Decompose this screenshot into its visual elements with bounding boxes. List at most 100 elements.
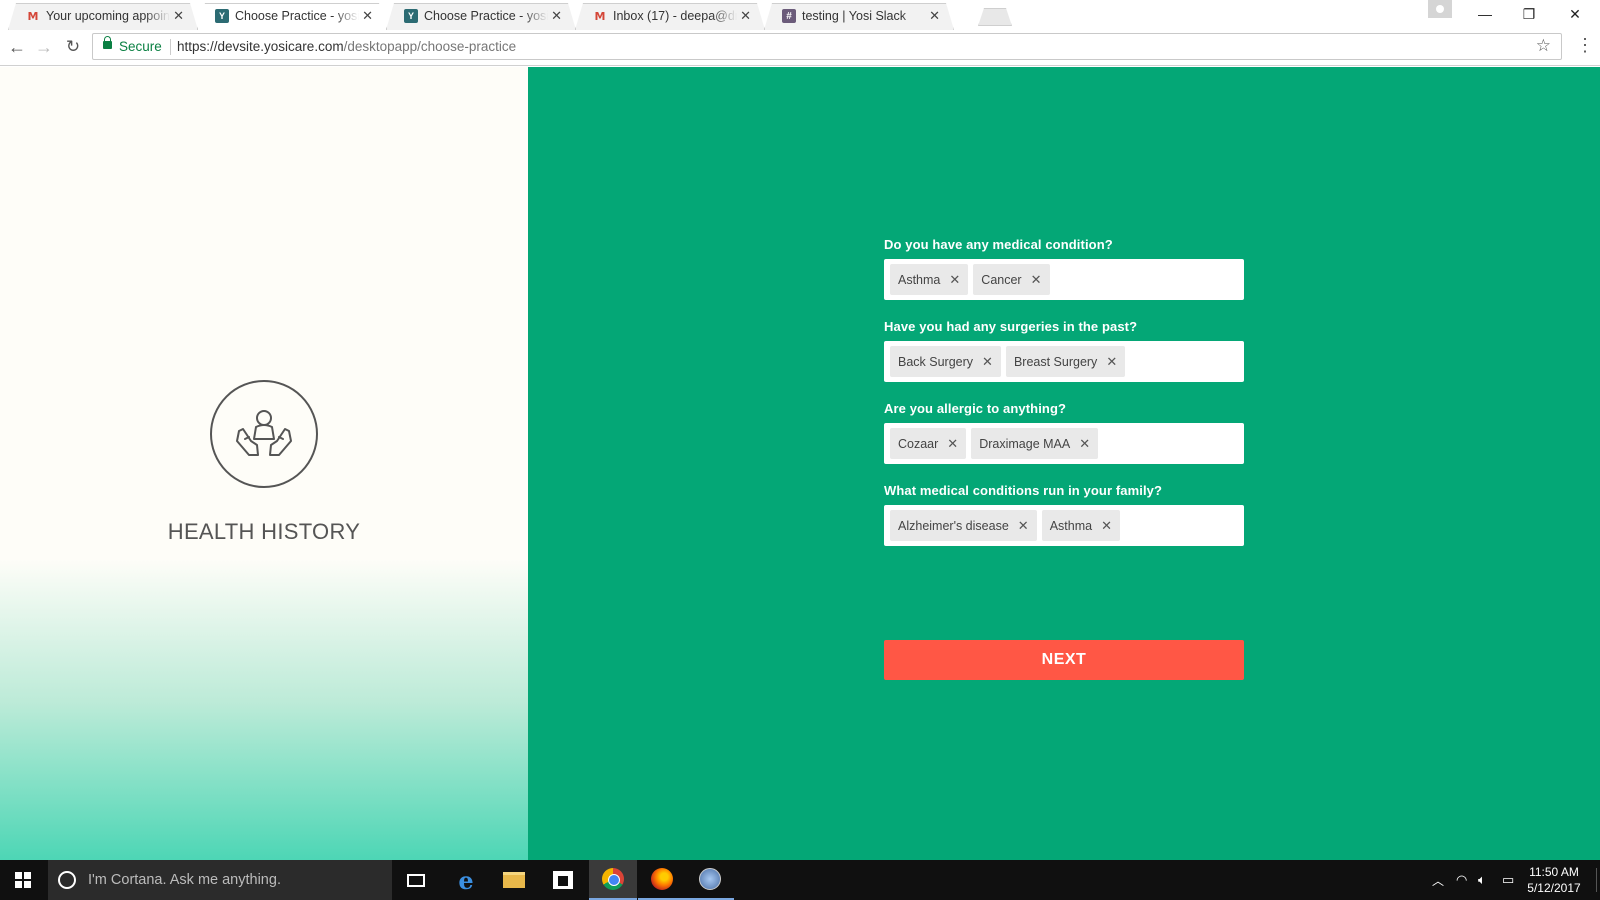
question-allergies: Are you allergic to anything? Cozaar ✕ Dr…	[884, 401, 1244, 464]
browser-tab[interactable]: M Inbox (17) - deepa@dream ✕	[575, 3, 765, 30]
question-label: Are you allergic to anything?	[884, 401, 1067, 416]
firefox-taskbar-icon[interactable]	[638, 860, 686, 900]
tag-label: Asthma	[898, 272, 941, 287]
back-arrow-icon[interactable]: ←	[6, 36, 28, 58]
remove-tag-icon[interactable]: ✕	[1018, 518, 1029, 534]
tag-label: Alzheimer's disease	[898, 518, 1009, 533]
tag-label: Back Surgery	[898, 354, 974, 369]
browser-tab[interactable]: # testing | Yosi Slack ✕	[764, 3, 954, 30]
tab-title: Your upcoming appointment	[46, 9, 170, 23]
question-label: What medical conditions run in your fami…	[884, 483, 1163, 498]
chrome-taskbar-icon[interactable]	[589, 860, 637, 900]
tag-label: Draximage MAA	[979, 436, 1071, 451]
left-panel: HEALTH HISTORY	[0, 67, 528, 860]
lock-icon	[103, 36, 112, 49]
tag: Draximage MAA ✕	[971, 428, 1099, 459]
page-content: HEALTH HISTORY Do you have any medical c…	[0, 67, 1600, 860]
person-in-hands-icon	[210, 380, 318, 488]
question-label: Do you have any medical condition?	[884, 237, 1113, 252]
address-bar[interactable]: Secure https://devsite.yosicare.com/desk…	[92, 33, 1562, 60]
omnibox-divider	[170, 39, 171, 55]
show-desktop-button[interactable]	[1596, 868, 1597, 892]
cortana-icon	[58, 871, 76, 889]
medical-condition-tag-input[interactable]: Asthma ✕ Cancer ✕	[884, 259, 1244, 300]
next-button[interactable]: NEXT	[884, 640, 1244, 680]
volume-icon[interactable]: 🔈︎	[1478, 860, 1486, 900]
family-conditions-tag-input[interactable]: Alzheimer's disease ✕ Asthma ✕	[884, 505, 1244, 546]
browser-tab-strip: M Your upcoming appointment ✕ Y Choose P…	[0, 0, 1600, 30]
close-icon[interactable]: ✕	[173, 8, 184, 24]
remove-tag-icon[interactable]: ✕	[1031, 272, 1042, 288]
app-taskbar-icon[interactable]	[686, 860, 734, 900]
tag: Asthma ✕	[890, 264, 969, 295]
store-icon[interactable]	[539, 860, 587, 900]
gmail-icon: M	[594, 9, 606, 23]
url-path: /desktopapp/choose-practice	[343, 39, 517, 54]
windows-start-icon[interactable]	[0, 860, 46, 900]
clock-time: 11:50 AM	[1529, 865, 1579, 879]
forward-arrow-icon[interactable]: →	[33, 36, 55, 58]
tab-title: Inbox (17) - deepa@dream	[613, 9, 737, 23]
remove-tag-icon[interactable]: ✕	[1106, 354, 1117, 370]
reload-icon[interactable]: ↻	[62, 36, 84, 58]
task-view-icon[interactable]	[392, 860, 440, 900]
remove-tag-icon[interactable]: ✕	[1101, 518, 1112, 534]
network-icon[interactable]: ◠	[1456, 860, 1467, 900]
browser-tab[interactable]: M Your upcoming appointment ✕	[8, 3, 198, 30]
browser-toolbar: ← → ↻ Secure https://devsite.yosicare.co…	[0, 30, 1600, 66]
close-icon[interactable]: ✕	[929, 8, 940, 24]
close-icon[interactable]: ✕	[740, 8, 751, 24]
question-medical-condition: Do you have any medical condition? Asthm…	[884, 237, 1244, 300]
system-clock[interactable]: 11:50 AM 5/12/2017	[1516, 864, 1592, 896]
new-tab-button[interactable]	[978, 8, 1012, 26]
cortana-search-box[interactable]: I'm Cortana. Ask me anything.	[48, 860, 392, 900]
tag: Cozaar ✕	[890, 428, 967, 459]
restore-icon[interactable]: ❐	[1506, 0, 1552, 28]
profile-icon[interactable]	[1428, 0, 1452, 18]
secure-label: Secure	[119, 39, 162, 54]
tab-title: Choose Practice - yosi web	[424, 9, 548, 23]
tab-title: Choose Practice - yosi web	[235, 9, 359, 23]
health-history-form: Do you have any medical condition? Asthm…	[884, 237, 1244, 565]
tag: Breast Surgery ✕	[1005, 346, 1126, 377]
tag-label: Breast Surgery	[1013, 354, 1098, 369]
tray-chevron-icon[interactable]: ︿	[1432, 860, 1444, 900]
remove-tag-icon[interactable]: ✕	[982, 354, 993, 370]
edge-browser-icon[interactable]: e	[442, 860, 490, 900]
question-surgeries: Have you had any surgeries in the past? …	[884, 319, 1244, 382]
remove-tag-icon[interactable]: ✕	[1079, 436, 1090, 452]
slack-icon: #	[782, 9, 796, 23]
tag-label: Asthma	[1049, 518, 1093, 533]
window-close-icon[interactable]: ✕	[1552, 0, 1598, 28]
question-family-conditions: What medical conditions run in your fami…	[884, 483, 1244, 546]
section-title: HEALTH HISTORY	[167, 519, 361, 544]
allergies-tag-input[interactable]: Cozaar ✕ Draximage MAA ✕	[884, 423, 1244, 464]
tag-label: Cozaar	[898, 436, 939, 451]
close-icon[interactable]: ✕	[551, 8, 562, 24]
notification-icon[interactable]: ▭	[1502, 860, 1514, 900]
minimize-icon[interactable]: —	[1462, 0, 1508, 28]
tag: Alzheimer's disease ✕	[890, 510, 1037, 541]
cortana-placeholder: I'm Cortana. Ask me anything.	[88, 872, 281, 888]
browser-tab[interactable]: Y Choose Practice - yosi web ✕	[386, 3, 576, 30]
remove-tag-icon[interactable]: ✕	[949, 272, 960, 288]
yosi-icon: Y	[404, 9, 418, 23]
url-host: https://devsite.yosicare.com	[177, 39, 344, 54]
tab-title: testing | Yosi Slack	[802, 9, 907, 23]
browser-tab-active[interactable]: Y Choose Practice - yosi web ✕	[197, 3, 387, 30]
url-text[interactable]: https://devsite.yosicare.com/desktopapp/…	[177, 39, 516, 54]
close-icon[interactable]: ✕	[362, 8, 373, 24]
surgeries-tag-input[interactable]: Back Surgery ✕ Breast Surgery ✕	[884, 341, 1244, 382]
tag: Cancer ✕	[973, 264, 1050, 295]
chrome-menu-icon[interactable]: ⋮	[1576, 36, 1594, 54]
windows-taskbar: I'm Cortana. Ask me anything. e ︿ ◠ 🔈︎ ▭…	[0, 860, 1600, 900]
tag: Back Surgery ✕	[890, 346, 1001, 377]
gmail-icon: M	[27, 9, 39, 23]
tag-label: Cancer	[981, 272, 1022, 287]
bookmark-star-icon[interactable]: ☆	[1536, 36, 1551, 56]
remove-tag-icon[interactable]: ✕	[947, 436, 958, 452]
file-explorer-icon[interactable]	[490, 860, 538, 900]
tag: Asthma ✕	[1041, 510, 1120, 541]
right-panel: Do you have any medical condition? Asthm…	[528, 67, 1600, 860]
clock-date: 5/12/2017	[1527, 881, 1581, 895]
